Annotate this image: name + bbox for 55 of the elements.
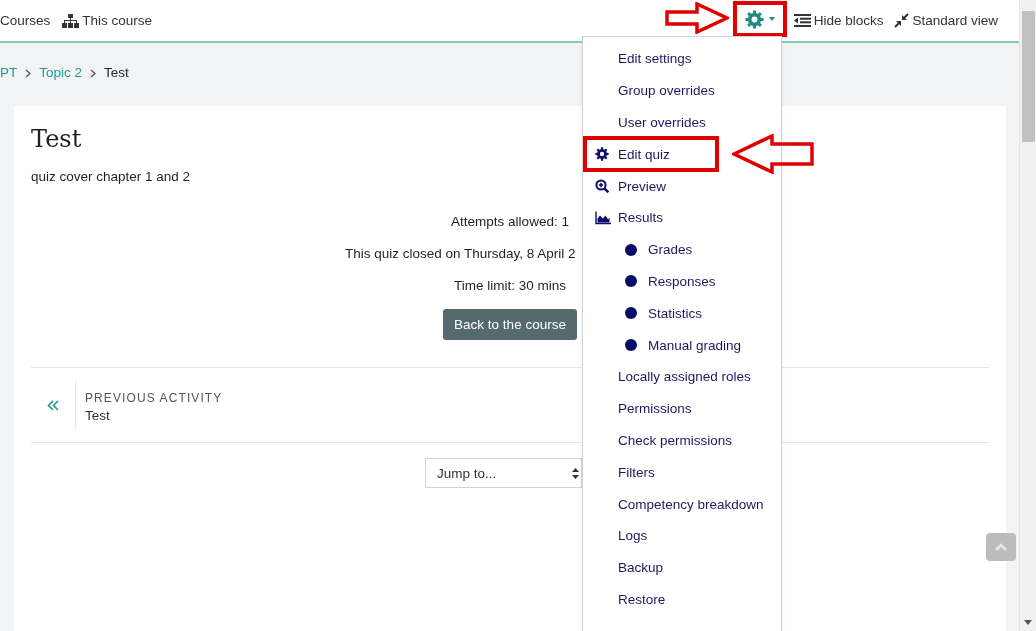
nav-action[interactable]: Hide blocks (793, 13, 884, 28)
menu-item[interactable]: Competency breakdown (595, 496, 764, 512)
menu-item[interactable]: Manual grading (625, 337, 742, 353)
menu-item[interactable]: Logs (595, 528, 648, 544)
compress-icon (894, 13, 910, 28)
menu-item[interactable]: Statistics (625, 305, 702, 321)
menu-item[interactable]: Results (595, 210, 663, 226)
settings-icon (744, 9, 764, 29)
bullet-icon (625, 339, 637, 352)
quiz-info-text: Attempts allowed: 1 (451, 213, 569, 231)
quiz-info-text: Time limit: 30 mins (454, 277, 566, 295)
menu-item[interactable]: Group overrides (595, 83, 715, 99)
caret-icon (768, 17, 775, 21)
sort-arrows-icon (572, 467, 579, 479)
menu-item[interactable]: Grades (625, 242, 693, 258)
menu-item[interactable]: Edit settings (595, 51, 692, 67)
zoom-in-icon (595, 179, 609, 194)
outline-arrow-icon (664, 2, 729, 34)
back-to-course-button[interactable]: Back to the course (443, 309, 577, 340)
menu-item[interactable]: Preview (595, 178, 666, 194)
menu-item[interactable]: User overrides (595, 115, 706, 130)
menu-item[interactable]: Backup (595, 560, 664, 576)
menu-item[interactable]: Edit quiz (595, 146, 670, 162)
previous-activity-link[interactable]: Test (85, 407, 110, 425)
chevron-right-icon (25, 68, 32, 78)
sitemap-icon (62, 13, 80, 28)
menu-item[interactable]: Permissions (595, 401, 692, 417)
arrow-down-icon[interactable] (1024, 620, 1032, 625)
menu-item[interactable]: Responses (625, 273, 716, 289)
page-title: Test (31, 124, 82, 155)
chevron-up-icon (995, 543, 1007, 551)
scrollbar[interactable] (1019, 0, 1036, 631)
bullet-icon (625, 243, 637, 256)
nav-action[interactable]: Standard view (894, 13, 998, 28)
menu-item[interactable]: Locally assigned roles (595, 369, 751, 385)
previous-activity-label: PREVIOUS ACTIVITY (85, 390, 223, 407)
quiz-info-text: This quiz closed on Thursday, 8 April 2 (345, 246, 576, 261)
double-chevron-left-icon[interactable] (47, 399, 59, 411)
nav-link[interactable]: Courses (0, 13, 51, 28)
breadcrumb-current: Test (104, 64, 129, 82)
scrollbar-thumb[interactable] (1021, 11, 1035, 142)
bullet-icon (625, 275, 637, 288)
bullet-icon (625, 307, 637, 320)
jump-to-select[interactable]: Jump to... (425, 458, 582, 488)
gear-icon (595, 147, 609, 162)
chevron-right-icon (90, 68, 97, 78)
menu-item[interactable]: Filters (595, 464, 655, 480)
nav-link[interactable]: This course (62, 13, 153, 28)
outdent-icon (793, 14, 811, 27)
area-chart-icon (595, 210, 611, 225)
quiz-description: quiz cover chapter 1 and 2 (31, 168, 191, 186)
menu-item[interactable]: Restore (595, 591, 666, 607)
settings-menu-button[interactable] (742, 7, 777, 31)
outline-arrow-icon (732, 134, 814, 175)
menu-item[interactable]: Check permissions (595, 432, 733, 448)
